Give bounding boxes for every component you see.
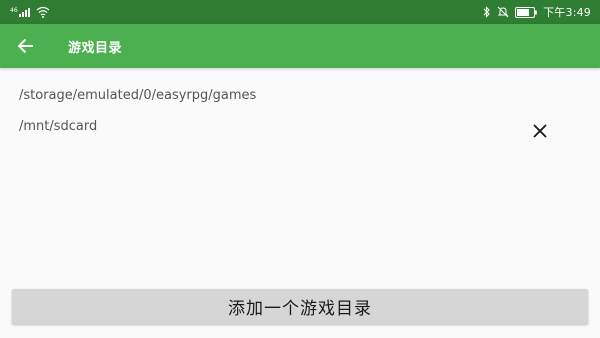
- mute-icon: [497, 6, 509, 18]
- status-time: 下午3:49: [543, 6, 591, 19]
- page-title: 游戏目录: [68, 40, 123, 56]
- app-bar: 游戏目录: [0, 24, 600, 68]
- bluetooth-icon: [483, 6, 491, 18]
- directory-path: /storage/emulated/0/easyrpg/games: [19, 88, 257, 103]
- directory-item: /mnt/sdcard: [0, 111, 600, 142]
- add-game-directory-button[interactable]: 添加一个游戏目录: [12, 289, 588, 324]
- close-icon: [533, 124, 547, 138]
- svg-text:46: 46: [10, 7, 18, 14]
- add-game-directory-label: 添加一个游戏目录: [228, 299, 372, 319]
- wifi-icon: [36, 6, 50, 18]
- directory-path: /mnt/sdcard: [19, 119, 98, 134]
- signal-icon: 46: [10, 6, 30, 18]
- back-button[interactable]: [0, 24, 52, 68]
- status-left: 46: [10, 6, 50, 18]
- game-directory-list: /storage/emulated/0/easyrpg/games /mnt/s…: [0, 80, 600, 142]
- directory-item: /storage/emulated/0/easyrpg/games: [0, 80, 600, 111]
- status-bar: 46 下午3:49: [0, 0, 600, 24]
- status-right: 下午3:49: [483, 4, 591, 20]
- arrow-left-icon: [17, 37, 35, 55]
- remove-directory-button[interactable]: [528, 119, 552, 143]
- battery-icon: [515, 6, 537, 18]
